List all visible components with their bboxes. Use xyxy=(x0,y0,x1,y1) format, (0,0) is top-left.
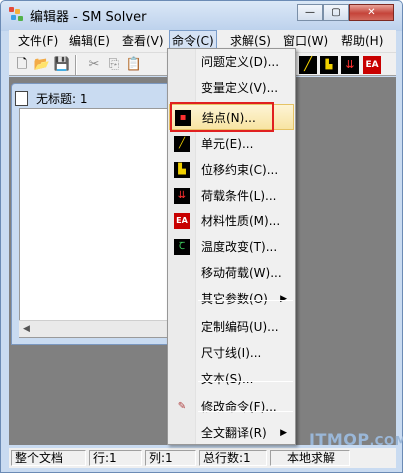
document-editor[interactable] xyxy=(19,108,171,338)
command-menu-item-3[interactable]: ╱ 单元(E)... xyxy=(169,131,294,157)
minimize-button[interactable]: — xyxy=(297,4,323,21)
paste-icon[interactable]: 📋 xyxy=(125,56,143,74)
command-menu-item-13[interactable]: ✎ 修改命令(F)... xyxy=(169,394,294,420)
command-menu-item-label: 温度改变(T)... xyxy=(201,240,278,254)
constraint-icon: ▙ xyxy=(174,162,190,178)
material-tool-icon[interactable]: EA xyxy=(363,56,381,74)
command-menu-item-7[interactable]: Ꞇ 温度改变(T)... xyxy=(169,234,294,260)
toolbar-separator xyxy=(75,55,77,75)
open-folder-icon[interactable]: 📂 xyxy=(33,56,51,74)
menu-file[interactable]: 文件(F) xyxy=(16,30,60,52)
status-bar: 整个文档 行:1 列:1 总行数:1 本地求解 xyxy=(9,448,396,468)
command-menu-item-label: 问题定义(D)... xyxy=(201,55,280,69)
window-title: 编辑器 - SM Solver xyxy=(30,10,147,25)
horizontal-scrollbar[interactable]: ◀ xyxy=(19,320,171,337)
command-menu-item-label: 定制编码(U)... xyxy=(201,320,279,334)
status-solve-mode: 本地求解 xyxy=(270,450,350,466)
edit-command-icon: ✎ xyxy=(177,401,187,412)
command-menu-item-0[interactable]: 问题定义(D)... xyxy=(169,49,294,75)
menu-edit[interactable]: 编辑(E) xyxy=(67,30,112,52)
new-file-icon[interactable]: 🗋 xyxy=(13,56,31,74)
command-menu-item-11[interactable]: 尺寸线(I)... xyxy=(169,340,294,366)
command-menu-item-label: 材料性质(M)... xyxy=(201,214,281,228)
copy-icon[interactable]: ⎘ xyxy=(105,56,123,74)
command-menu-item-5[interactable]: ⇊ 荷载条件(L)... xyxy=(169,183,294,209)
menu-view[interactable]: 查看(V) xyxy=(120,30,166,52)
command-menu-item-12[interactable]: 文本(S)... xyxy=(169,366,294,392)
maximize-button[interactable]: ▢ xyxy=(323,4,349,21)
app-icon xyxy=(9,7,25,23)
command-menu-item-label: 全文翻译(R) xyxy=(201,426,267,440)
menu-separator xyxy=(198,411,293,412)
command-menu-item-label: 位移约束(C)... xyxy=(201,163,279,177)
submenu-arrow-icon: ▶ xyxy=(280,294,287,304)
command-menu-item-10[interactable]: 定制编码(U)... xyxy=(169,314,294,340)
command-menu-item-6[interactable]: EA 材料性质(M)... xyxy=(169,208,294,234)
command-menu-item-14[interactable]: 全文翻译(R) ▶ xyxy=(169,420,294,446)
command-menu-item-label: 变量定义(V)... xyxy=(201,81,279,95)
command-menu-item-label: 修改命令(F)... xyxy=(201,400,277,414)
command-menu-item-label: 尺寸线(I)... xyxy=(201,346,262,360)
command-menu-item-label: 移动荷载(W)... xyxy=(201,266,282,280)
status-row: 行:1 xyxy=(89,450,142,466)
command-menu-item-1[interactable]: 变量定义(V)... xyxy=(169,75,294,101)
command-menu-item-label: 单元(E)... xyxy=(201,137,254,151)
submenu-arrow-icon: ▶ xyxy=(280,428,287,438)
save-icon[interactable]: 💾 xyxy=(53,56,71,74)
command-menu-item-label: 荷载条件(L)... xyxy=(201,189,277,203)
load-icon: ⇊ xyxy=(174,188,190,204)
menu-separator xyxy=(198,300,293,301)
material-icon: EA xyxy=(174,213,190,229)
watermark: ITMOP.COM xyxy=(309,430,403,449)
menu-help[interactable]: 帮助(H) xyxy=(339,30,385,52)
status-column: 列:1 xyxy=(145,450,196,466)
element-tool-icon[interactable]: ╱ xyxy=(299,56,317,74)
element-icon: ╱ xyxy=(174,136,190,152)
document-icon xyxy=(15,91,28,106)
command-menu-item-9[interactable]: 其它参数(O) ▶ xyxy=(169,286,294,312)
status-total-rows: 总行数:1 xyxy=(199,450,267,466)
command-menu-item-label: 其它参数(O) xyxy=(201,292,268,306)
status-scope: 整个文档 xyxy=(11,450,86,466)
load-tool-icon[interactable]: ⇊ xyxy=(341,56,359,74)
constraint-tool-icon[interactable]: ▙ xyxy=(320,56,338,74)
highlight-annotation xyxy=(170,102,274,132)
close-button[interactable]: ✕ xyxy=(349,4,394,21)
menu-separator xyxy=(198,381,293,382)
temperature-icon: Ꞇ xyxy=(174,239,190,255)
document-title: 无标题: 1 xyxy=(36,92,88,106)
command-menu-item-label: 文本(S)... xyxy=(201,372,254,386)
cut-icon[interactable]: ✂ xyxy=(85,56,103,74)
watermark-suffix: .COM xyxy=(369,434,403,448)
watermark-main: ITMOP xyxy=(309,430,370,449)
command-menu-item-8[interactable]: 移动荷载(W)... xyxy=(169,260,294,286)
title-bar[interactable]: 编辑器 - SM Solver — ▢ ✕ xyxy=(1,1,402,29)
command-menu-item-4[interactable]: ▙ 位移约束(C)... xyxy=(169,157,294,183)
